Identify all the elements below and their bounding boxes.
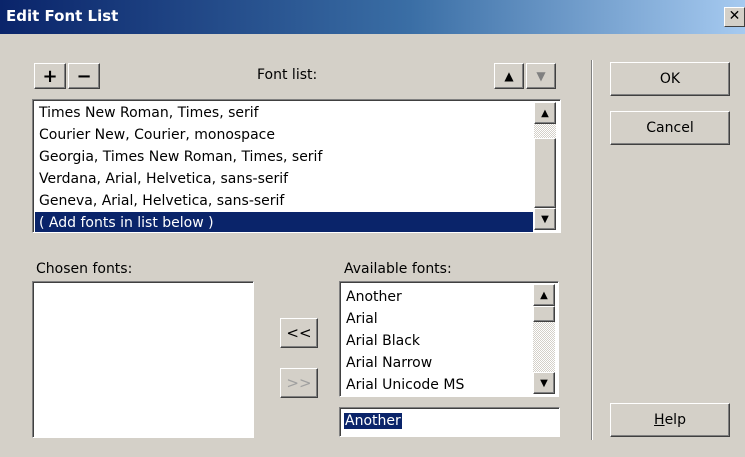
list-item[interactable]: Arial Narrow [342,352,532,374]
scroll-up-button[interactable]: ▲ [534,102,556,124]
down-arrow-icon: ▼ [536,69,546,83]
font-list-items: Times New Roman, Times, serif Courier New… [35,102,533,232]
move-down-button[interactable]: ▼ [526,63,556,89]
available-scrollbar[interactable]: ▲ ▼ [533,284,555,394]
font-name-value: Another [344,413,402,429]
available-fonts-label: Available fonts: [344,261,452,277]
chosen-fonts-list[interactable] [32,281,254,438]
help-button[interactable]: Help [610,403,730,437]
ok-label: OK [659,71,681,87]
scroll-down-icon: ▼ [541,213,549,225]
move-up-button[interactable]: ▲ [494,63,524,89]
scroll-down-icon: ▼ [540,377,548,389]
scroll-up-button[interactable]: ▲ [533,284,555,306]
font-list-label: Font list: [257,67,318,83]
plus-icon: + [42,65,58,87]
scrollbar-thumb[interactable] [534,138,556,208]
list-item[interactable]: Times New Roman, Times, serif [35,102,533,124]
double-left-arrow-icon: << [286,324,312,342]
list-item[interactable]: Arial Black [342,330,532,352]
cancel-label: Cancel [646,120,694,136]
close-button[interactable]: ✕ [724,7,745,27]
window-title: Edit Font List [6,7,119,25]
chosen-fonts-label: Chosen fonts: [36,261,133,277]
list-item[interactable]: Another [342,286,532,308]
scrollbar-thumb[interactable] [533,306,555,322]
available-fonts-list[interactable]: Another Arial Arial Black Arial Narrow Arial… [339,281,559,397]
list-item[interactable]: Georgia, Times New Roman, Times, serif [35,146,533,168]
double-right-arrow-icon: >> [286,374,312,392]
close-icon: ✕ [728,8,741,24]
remove-from-chosen-button[interactable]: >> [280,368,318,398]
help-mnemonic: H [654,412,665,428]
help-label-rest: elp [664,412,686,428]
cancel-button[interactable]: Cancel [610,111,730,145]
scroll-down-button[interactable]: ▼ [534,208,556,230]
scroll-up-icon: ▲ [541,107,549,119]
minus-icon: − [76,65,92,87]
ok-button[interactable]: OK [610,62,730,96]
list-item[interactable]: Arial [342,308,532,330]
list-item[interactable]: ( Add fonts in list below ) [35,212,533,232]
list-item[interactable]: Courier New, Courier, monospace [35,124,533,146]
help-label: Help [654,412,686,428]
scroll-up-icon: ▲ [540,289,548,301]
remove-font-button[interactable]: − [68,63,100,89]
list-item[interactable]: Verdana, Arial, Helvetica, sans-serif [35,168,533,190]
scroll-down-button[interactable]: ▼ [533,372,555,394]
list-item[interactable]: Arial Unicode MS [342,374,532,396]
font-name-input[interactable]: Another [339,407,560,437]
title-bar: Edit Font List ✕ [0,0,745,34]
add-font-button[interactable]: + [34,63,66,89]
vertical-separator [591,60,593,440]
list-item[interactable]: Geneva, Arial, Helvetica, sans-serif [35,190,533,212]
available-list-items: Another Arial Arial Black Arial Narrow Arial… [342,286,532,396]
add-to-chosen-button[interactable]: << [280,318,318,348]
font-list-scrollbar[interactable]: ▲ ▼ [534,102,556,230]
font-list-box[interactable]: Times New Roman, Times, serif Courier New… [32,99,561,233]
up-arrow-icon: ▲ [504,69,514,83]
